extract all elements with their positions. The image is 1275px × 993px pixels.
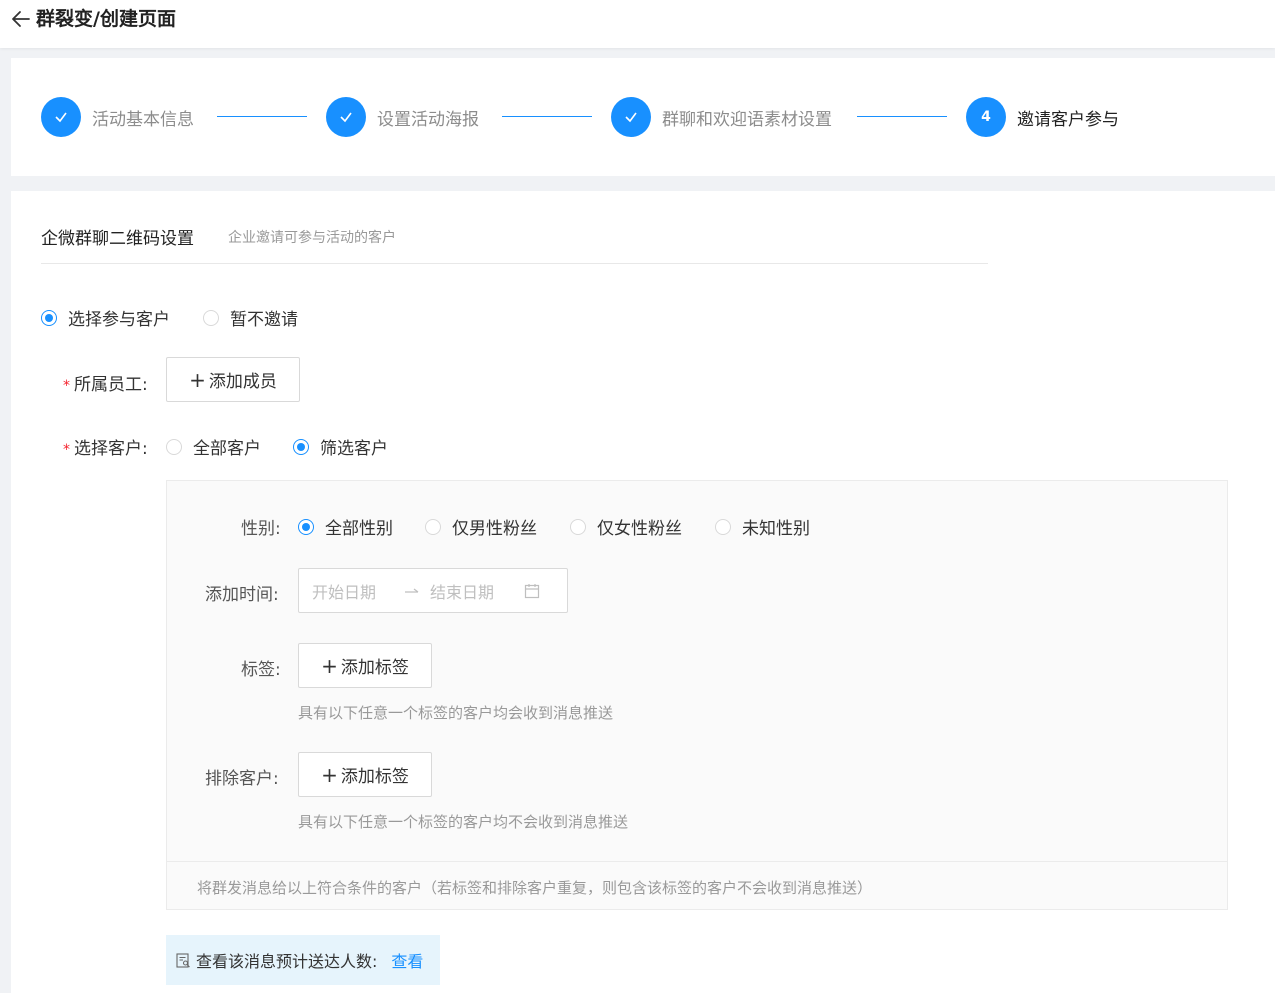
step-connector [502,116,592,117]
radio-gender-female[interactable]: 仅女性粉丝 [570,514,682,539]
step-done-circle [41,97,81,137]
main-card: 企微群聊二维码设置 企业邀请可参与活动的客户 选择参与客户 暂不邀请 * 所属员工… [11,191,1275,993]
check-icon [55,112,67,123]
step-label: 设置活动海报 [377,109,479,130]
filter-footer: 将群发消息给以上符合条件的客户（若标签和排除客户重复，则包含该标签的客户不会收到… [167,861,1227,909]
step-invite-customers[interactable]: 4 邀请客户参与 [966,96,1119,138]
start-date-input[interactable]: 开始日期 [312,579,376,603]
section-title: 企微群聊二维码设置 [41,229,194,249]
step-basic-info[interactable]: 活动基本信息 [41,96,194,138]
step-connector [857,116,947,117]
required-star: * [63,442,70,458]
required-star: * [63,378,70,394]
radio-no-invite[interactable]: 暂不邀请 [203,305,298,330]
check-icon [625,112,637,123]
customer-select-label: * 选择客户: [63,439,148,459]
calendar-icon [524,583,540,598]
check-icon [340,112,352,123]
step-done-circle [326,97,366,137]
radio-dot [166,438,182,455]
plus-icon: + [189,367,206,392]
date-range-picker[interactable]: 开始日期 结束日期 [298,568,568,613]
radio-select-customers[interactable]: 选择参与客户 [41,305,170,330]
steps-bar: 活动基本信息 设置活动海报 群聊和欢迎语素材设置 4 邀请客户参与 [11,58,1275,176]
add-exclude-tag-button[interactable]: + 添加标签 [298,752,432,797]
section-subtitle: 企业邀请可参与活动的客户 [228,230,396,246]
exclude-hint: 具有以下任意一个标签的客户均不会收到消息推送 [298,813,629,831]
step-poster[interactable]: 设置活动海报 [326,96,479,138]
step-group-welcome[interactable]: 群聊和欢迎语素材设置 [611,96,832,138]
radio-dot [298,518,314,535]
section-divider [41,263,988,264]
gender-label: 性别: [241,519,281,539]
filter-footer-text: 将群发消息给以上符合条件的客户（若标签和排除客户重复，则包含该标签的客户不会收到… [197,879,873,897]
radio-all-customers[interactable]: 全部客户 [166,434,261,459]
exclude-label: 排除客户: [205,769,279,789]
add-tag-button[interactable]: + 添加标签 [298,643,432,688]
radio-dot [293,438,309,455]
radio-dot [41,309,57,326]
tag-label: 标签: [241,660,281,680]
tag-hint: 具有以下任意一个标签的客户均会收到消息推送 [298,704,614,722]
step-connector [217,116,307,117]
step-label: 邀请客户参与 [1017,109,1119,130]
radio-dot [425,518,441,535]
plus-icon: + [321,653,338,678]
step-label: 群聊和欢迎语素材设置 [662,109,832,130]
page-header: 群裂变/创建页面 [0,0,1275,48]
staff-label: * 所属员工: [63,375,148,395]
step-done-circle [611,97,651,137]
page-title: 群裂变/创建页面 [36,8,176,30]
step-number: 4 [966,97,1006,137]
step-label: 活动基本信息 [92,109,194,130]
back-arrow-icon[interactable] [10,8,32,30]
radio-gender-all[interactable]: 全部性别 [298,514,393,539]
end-date-input[interactable]: 结束日期 [430,579,494,603]
radio-gender-male[interactable]: 仅男性粉丝 [425,514,537,539]
radio-dot [203,309,219,326]
radio-dot [570,518,586,535]
radio-dot [715,518,731,535]
reach-preview: 查看该消息预计送达人数: 查看 [166,935,440,985]
radio-filter-customers[interactable]: 筛选客户 [293,434,388,459]
radio-gender-unknown[interactable]: 未知性别 [715,514,810,539]
add-time-label: 添加时间: [205,585,279,605]
filter-panel: 性别: 全部性别 仅男性粉丝 仅女性粉丝 未知性别 添加时间: 开始日期 结束日… [166,480,1228,910]
add-member-button[interactable]: + 添加成员 [166,357,300,402]
document-search-icon [176,952,190,968]
reach-preview-text: 查看该消息预计送达人数: [196,952,378,971]
view-reach-link[interactable]: 查看 [391,948,423,972]
plus-icon: + [321,762,338,787]
arrow-right-icon [405,588,419,593]
